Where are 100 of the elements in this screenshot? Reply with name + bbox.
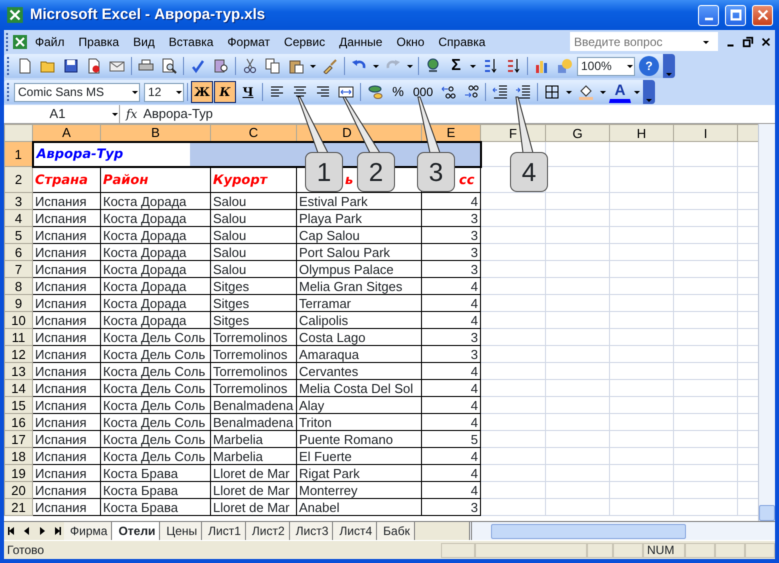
table-cell[interactable]: Melia Gran Sitges	[296, 278, 422, 294]
row-header[interactable]: 8	[4, 278, 32, 294]
table-cell[interactable]: 4	[422, 482, 480, 498]
table-cell[interactable]: Calipolis	[296, 312, 422, 328]
sheet-tab[interactable]: Цены	[160, 522, 202, 540]
row-header[interactable]: 10	[4, 312, 32, 328]
table-cell[interactable]: Torremolinos	[210, 346, 296, 362]
table-cell[interactable]: Коста Дорада	[100, 278, 210, 294]
font-field[interactable]: Comic Sans MS	[14, 82, 140, 102]
table-cell[interactable]: 4	[422, 362, 480, 380]
sheet-tab[interactable]: Лист1	[202, 522, 246, 540]
table-cell[interactable]: 3	[422, 260, 480, 278]
table-cell[interactable]: Коста Дорада	[100, 244, 210, 260]
table-cell[interactable]: Коста Дорада	[100, 312, 210, 328]
menu-item[interactable]: Окно	[389, 30, 432, 52]
table-cell[interactable]: Коста Дель Соль	[100, 380, 210, 396]
table-cell[interactable]: Monterrey	[296, 482, 422, 498]
row-header[interactable]: 11	[4, 328, 32, 346]
table-cell[interactable]: Коста Дель Соль	[100, 346, 210, 362]
table-cell[interactable]: 3	[422, 226, 480, 244]
toolbar-options-button[interactable]	[663, 54, 675, 78]
formula-field[interactable]: Аврора-Тур	[143, 104, 213, 124]
row-header[interactable]: 13	[4, 362, 32, 380]
column-header[interactable]: A	[32, 124, 100, 142]
table-cell[interactable]: Lloret de Mar	[210, 464, 296, 482]
table-cell[interactable]: Melia Costa Del Sol	[296, 380, 422, 396]
table-cell[interactable]: Коста Дель Соль	[100, 328, 210, 346]
table-cell[interactable]: Испания	[32, 294, 100, 312]
table-cell[interactable]: Коста Брава	[100, 464, 210, 482]
menu-item[interactable]: Справка	[431, 30, 492, 52]
table-cell[interactable]: Marbelia	[210, 430, 296, 448]
percent-button[interactable]: %	[387, 81, 409, 103]
table-cell[interactable]: Salou	[210, 244, 296, 260]
table-cell[interactable]: Коста Дорада	[100, 192, 210, 210]
table-cell[interactable]: Коста Брава	[100, 482, 210, 498]
table-cell[interactable]: Коста Дель Соль	[100, 396, 210, 414]
row-header[interactable]: 14	[4, 380, 32, 396]
autosum-button[interactable]: Σ	[445, 55, 467, 77]
horizontal-scrollbar[interactable]	[469, 522, 775, 540]
table-cell[interactable]: El Fuerte	[296, 448, 422, 464]
table-cell[interactable]: Испания	[32, 226, 100, 244]
minimize-button[interactable]	[698, 4, 719, 26]
table-cell[interactable]: Испания	[32, 414, 100, 430]
table-cell[interactable]: 3	[422, 498, 480, 516]
row-header[interactable]: 3	[4, 192, 32, 210]
table-cell[interactable]: Salou	[210, 192, 296, 210]
table-cell[interactable]: Costa Lago	[296, 328, 422, 346]
table-cell[interactable]: Испания	[32, 498, 100, 516]
toolbar-options-button[interactable]	[643, 80, 655, 104]
table-cell[interactable]: Sitges	[210, 278, 296, 294]
table-cell[interactable]: 5	[422, 430, 480, 448]
column-header[interactable]: I	[674, 124, 738, 142]
table-cell[interactable]: Испания	[32, 346, 100, 362]
table-cell[interactable]: Port Salou Park	[296, 244, 422, 260]
table-cell[interactable]: Коста Дорада	[100, 294, 210, 312]
vertical-scrollbar[interactable]	[758, 124, 775, 521]
table-cell[interactable]: Коста Дель Соль	[100, 414, 210, 430]
table-cell[interactable]: 4	[422, 278, 480, 294]
table-cell[interactable]: Коста Брава	[100, 498, 210, 516]
underline-button[interactable]: Ч	[237, 81, 259, 103]
table-cell[interactable]: 4	[422, 414, 480, 430]
sheet-tab[interactable]: Лист4	[333, 522, 378, 540]
table-cell[interactable]: Коста Дорада	[100, 210, 210, 226]
close-button[interactable]	[752, 4, 773, 26]
table-cell[interactable]: Lloret de Mar	[210, 498, 296, 516]
help-search-field[interactable]: Введите вопрос	[570, 32, 718, 51]
row-header[interactable]: 4	[4, 210, 32, 226]
table-cell[interactable]: Cap Salou	[296, 226, 422, 244]
thousands-button[interactable]: 000	[410, 81, 436, 103]
row-header[interactable]: 1	[4, 142, 32, 166]
menu-item[interactable]: Файл	[28, 30, 72, 52]
table-cell[interactable]: Испания	[32, 482, 100, 498]
table-cell[interactable]: Коста Дель Соль	[100, 430, 210, 448]
table-cell[interactable]: Salou	[210, 260, 296, 278]
menu-item[interactable]: Правка	[72, 30, 126, 52]
table-cell[interactable]: 4	[422, 464, 480, 482]
table-cell[interactable]: Terramar	[296, 294, 422, 312]
table-cell[interactable]: Playa Park	[296, 210, 422, 226]
table-cell[interactable]: Cervantes	[296, 362, 422, 380]
sheet-tab[interactable]: Лист2	[246, 522, 290, 540]
table-cell[interactable]: 3	[422, 328, 480, 346]
column-title-cell[interactable]: ь	[345, 172, 354, 188]
scroll-thumb[interactable]	[491, 524, 686, 538]
row-header[interactable]: 16	[4, 414, 32, 430]
column-header[interactable]: B	[100, 124, 210, 142]
table-cell[interactable]: Коста Дель Соль	[100, 362, 210, 380]
column-header[interactable]: H	[610, 124, 674, 142]
table-cell[interactable]: Anabel	[296, 498, 422, 516]
sheet-tab[interactable]: Бабк	[377, 522, 415, 540]
italic-button[interactable]: К	[214, 81, 236, 103]
table-cell[interactable]: Benalmadena	[210, 414, 296, 430]
name-box[interactable]: A1	[4, 105, 120, 123]
table-cell[interactable]: Torremolinos	[210, 380, 296, 396]
table-cell[interactable]: 4	[422, 380, 480, 396]
table-cell[interactable]: Marbelia	[210, 448, 296, 464]
sheet-tab[interactable]: Фирма	[64, 522, 112, 540]
table-cell[interactable]: Benalmadena	[210, 396, 296, 414]
row-header[interactable]: 19	[4, 464, 32, 482]
table-cell[interactable]: Puente Romano	[296, 430, 422, 448]
table-cell[interactable]: Испания	[32, 448, 100, 464]
